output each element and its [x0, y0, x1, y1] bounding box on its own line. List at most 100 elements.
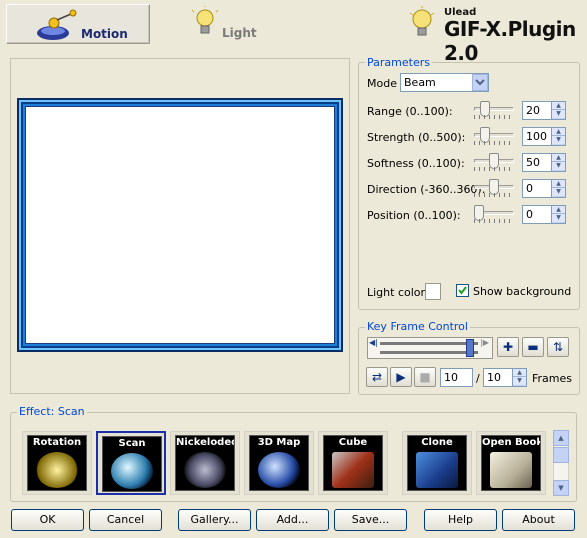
delete-keyframe-button[interactable]: ▬ — [522, 337, 544, 357]
effect-label: Nickelodeon — [176, 437, 234, 448]
timeline-track-bottom — [380, 351, 478, 354]
scroll-down-button[interactable]: ▼ — [553, 480, 569, 496]
param-spin[interactable]: ▲ ▼ — [551, 153, 566, 172]
param-value-input[interactable]: 0 — [522, 179, 552, 198]
reverse-keyframe-button[interactable]: ⇅ — [547, 337, 569, 357]
param-label: Position (0..100): — [367, 209, 461, 222]
mode-dropdown-button[interactable] — [472, 74, 488, 91]
effect-label: Clone — [421, 437, 453, 448]
tab-motion-label: Motion — [81, 27, 128, 41]
loop-icon: ⇄ — [371, 370, 383, 384]
play-icon: ▶ — [396, 370, 406, 384]
effect-label: Open Book — [482, 437, 540, 448]
help-button[interactable]: Help — [424, 509, 497, 531]
stop-button[interactable]: ■ — [414, 367, 436, 387]
stop-icon: ■ — [419, 370, 431, 384]
loop-button[interactable]: ⇄ — [366, 367, 388, 387]
scroll-thumb[interactable] — [553, 447, 569, 463]
effect-item[interactable]: 3D Map — [244, 431, 314, 495]
param-value-input[interactable]: 100 — [522, 127, 552, 146]
save-button[interactable]: Save... — [334, 509, 407, 531]
effect-preview-icon — [416, 452, 458, 488]
mode-label: Mode — [367, 77, 397, 90]
current-frame-input[interactable]: 10 — [440, 368, 473, 387]
about-button[interactable]: About — [502, 509, 575, 531]
lightbulb-icon — [192, 6, 218, 34]
motion-icon — [37, 9, 77, 40]
param-value-input[interactable]: 20 — [522, 101, 552, 120]
effect-item[interactable]: Cube — [318, 431, 388, 495]
tab-motion[interactable]: Motion — [6, 4, 150, 44]
add-button[interactable]: Add... — [256, 509, 329, 531]
ok-button[interactable]: OK — [11, 509, 84, 531]
frames-label: Frames — [532, 372, 573, 385]
scroll-up-button[interactable]: ▲ — [553, 430, 569, 446]
light-color-label: Light color: — [367, 286, 429, 299]
preview-canvas[interactable] — [25, 106, 335, 344]
effect-preview-icon — [258, 452, 300, 488]
timeline-track-top — [380, 342, 478, 345]
chevron-down-icon: ▼ — [558, 484, 564, 492]
effect-preview-icon — [184, 452, 226, 488]
param-spin[interactable]: ▲ ▼ — [551, 179, 566, 198]
timeline-keyframe-marker[interactable] — [466, 339, 474, 357]
play-button[interactable]: ▶ — [390, 367, 412, 387]
param-value: 20 — [526, 104, 540, 117]
timeline-end-icon: |▶ — [480, 338, 489, 347]
effect-item[interactable]: Scan — [96, 431, 166, 495]
effect-item[interactable]: Open Book — [476, 431, 546, 495]
param-spin[interactable]: ▲ ▼ — [551, 127, 566, 146]
effect-thumbnail: Rotation — [27, 435, 87, 491]
tab-light[interactable]: Light — [150, 4, 280, 44]
effect-thumbnail: Open Book — [481, 435, 541, 491]
param-value: 0 — [526, 208, 533, 221]
effect-label: 3D Map — [257, 437, 301, 448]
plus-icon: ✚ — [502, 340, 514, 354]
effect-label: Scan — [118, 438, 146, 449]
param-label: Direction (-360..360): — [367, 183, 486, 196]
cancel-button[interactable]: Cancel — [89, 509, 162, 531]
chevron-up-icon: ▲ — [558, 434, 564, 442]
timeline-start-icon: ◀| — [369, 338, 378, 347]
keyframe-timeline[interactable]: ◀| |▶ — [367, 337, 493, 359]
param-spin[interactable]: ▲ ▼ — [551, 101, 566, 120]
light-color-swatch[interactable] — [425, 283, 441, 300]
param-value: 50 — [526, 156, 540, 169]
param-slider-ticks — [474, 167, 514, 171]
parameters-legend: Parameters — [365, 56, 432, 69]
effect-preview-icon — [332, 452, 374, 488]
brand-lightbulb-icon — [409, 6, 435, 36]
effect-item[interactable]: Clone — [402, 431, 472, 495]
checkmark-icon — [458, 286, 467, 295]
param-slider-ticks — [474, 219, 514, 223]
param-slider-ticks — [474, 193, 514, 197]
effect-thumbnail: Cube — [323, 435, 383, 491]
add-keyframe-button[interactable]: ✚ — [497, 337, 519, 357]
param-value: 100 — [526, 130, 547, 143]
param-spin[interactable]: ▲ ▼ — [551, 205, 566, 224]
minus-icon: ▬ — [527, 340, 539, 354]
total-frames-spin[interactable]: ▲ ▼ — [512, 368, 527, 387]
brand-title: GIF-X.Plugin 2.0 — [444, 17, 576, 65]
param-slider-ticks — [474, 115, 514, 119]
effect-item[interactable]: Nickelodeon — [170, 431, 240, 495]
chevron-down-icon — [475, 79, 485, 86]
reverse-icon: ⇅ — [552, 340, 564, 354]
effect-preview-icon — [36, 452, 78, 488]
current-frame-value: 10 — [444, 371, 458, 384]
effect-thumbnail: Scan — [102, 436, 162, 492]
effect-preview-icon — [490, 452, 532, 488]
effect-item[interactable]: Rotation — [22, 431, 92, 495]
show-background-checkbox[interactable] — [456, 284, 469, 297]
effect-label: Rotation — [32, 437, 82, 448]
frame-separator: / — [476, 372, 480, 385]
keyframe-legend: Key Frame Control — [365, 320, 470, 333]
effect-thumbnail: 3D Map — [249, 435, 309, 491]
effect-preview-icon — [111, 453, 153, 489]
tab-light-label: Light — [222, 26, 257, 40]
param-value-input[interactable]: 50 — [522, 153, 552, 172]
mode-value: Beam — [404, 76, 436, 89]
effect-thumbnail: Nickelodeon — [175, 435, 235, 491]
param-value-input[interactable]: 0 — [522, 205, 552, 224]
gallery-button[interactable]: Gallery... — [178, 509, 251, 531]
